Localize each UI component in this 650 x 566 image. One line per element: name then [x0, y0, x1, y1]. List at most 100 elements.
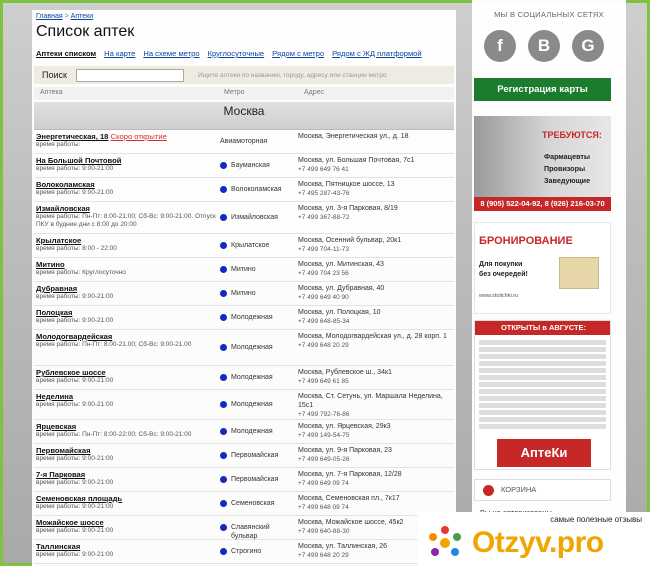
pharmacy-hours: время работы:: [36, 141, 81, 148]
pharmacy-name-link[interactable]: 7-я Парковая: [36, 470, 85, 479]
metro-line-icon: [220, 314, 227, 321]
pharmacy-table: Энергетическая, 18 Скоро открытие время р…: [34, 130, 454, 564]
booking-subtitle-1: Для покупки: [479, 261, 523, 268]
tab-24h[interactable]: Круглосуточные: [208, 49, 265, 58]
pharmacy-phone: +7 499 649 09 74: [298, 480, 349, 487]
cart-icon: [483, 485, 494, 496]
pharmacy-name-link[interactable]: Ярцевская: [36, 422, 76, 431]
otzyv-flower-icon: [429, 526, 461, 556]
pharmacy-name-link[interactable]: На Большой Почтовой: [36, 156, 121, 165]
search-label: Поиск: [42, 70, 67, 80]
vacancies-heading: ТРЕБУЮТСЯ:: [542, 130, 602, 140]
pharmacy-address: Москва, ул. Митинская, 43: [298, 261, 384, 268]
pharmacy-name-link[interactable]: Полоцкая: [36, 308, 72, 317]
pharmacy-name-link[interactable]: Рублевское шоссе: [36, 368, 106, 377]
pharmacy-hours: время работы: 9:00-21:00: [36, 189, 114, 196]
pharmacy-metro: Авиамоторная: [220, 138, 268, 145]
table-row: Таллинская время работы: 9:00-21:00 Строги…: [34, 540, 454, 564]
pharmacy-address: Москва, ул. Полоцкая, 10: [298, 309, 381, 316]
pharmacy-phone: +7 499 704 23 56: [298, 270, 349, 277]
pharmacy-name-link[interactable]: Молодогвардейская: [36, 332, 112, 341]
pharmacy-address: Москва, Семеновская пл., 7к17: [298, 495, 400, 502]
pharmacy-address: Москва, ул. 3-я Парковая, 8/19: [298, 205, 398, 212]
search-hint: Ищите аптеки по названию, городу, адресу…: [198, 71, 387, 79]
table-row: На Большой Почтовой время работы: 9:00-21…: [34, 154, 454, 178]
new-stores-list: [475, 335, 610, 434]
pharmacy-metro: Измайловская: [231, 214, 278, 221]
pharmacy-metro: Первомайская: [231, 476, 279, 483]
sidebar: МЫ В СОЦИАЛЬНЫХ СЕТЯХ f B G Регистрация …: [472, 0, 626, 566]
pharmacy-name-link[interactable]: Таллинская: [36, 542, 80, 551]
metro-line-icon: [220, 214, 227, 221]
table-row: Крылатское время работы: 8:00 - 22:00 Крыл…: [34, 234, 454, 258]
pharmacy-name-link[interactable]: Крылатское: [36, 236, 81, 245]
pharmacy-name-link[interactable]: Волоколамская: [36, 180, 95, 189]
otzyv-watermark: самые полезные отзывы Otzyv.pro: [418, 512, 650, 566]
pharmacy-metro: Семеновская: [231, 500, 275, 507]
pharmacy-phone: +7 499 649 61 85: [298, 378, 349, 385]
pharmacy-phone: +7 499 704-11-73: [298, 246, 350, 253]
pharmacy-metro: Митино: [231, 290, 256, 297]
pharmacy-name-link[interactable]: Семеновская площадь: [36, 494, 122, 503]
metro-line-icon: [220, 162, 227, 169]
otzyv-logo: Otzyv.pro: [472, 526, 604, 559]
pharmacy-name-link[interactable]: Митино: [36, 260, 65, 269]
pharmacy-name-link[interactable]: Дубравная: [36, 284, 77, 293]
facebook-icon[interactable]: f: [484, 30, 516, 62]
table-row: Рублевское шоссе время работы: 9:00-21:00…: [34, 366, 454, 390]
pharmacy-phone: +7 499 649-05-26: [298, 456, 350, 463]
metro-line-icon: [220, 524, 227, 531]
new-stores-banner[interactable]: ОТКРЫТЫ в АВГУСТЕ: АптеКи: [474, 320, 611, 470]
pharmacy-metro: Молодежная: [231, 401, 273, 408]
metro-line-icon: [220, 242, 227, 249]
search-bar: Поиск Ищите аптеки по названию, городу, …: [34, 66, 454, 84]
pharmacy-address: Москва, Рублевское ш., 34к1: [298, 369, 392, 376]
pharmacy-metro: Волоколамская: [231, 186, 282, 193]
pharmacy-metro: Молодежная: [231, 374, 273, 381]
register-card-button[interactable]: Регистрация карты: [474, 78, 611, 101]
opening-soon-link[interactable]: Скоро открытие: [111, 132, 167, 141]
pharmacy-name-link[interactable]: Неделина: [36, 392, 73, 401]
pharmacy-hours: время работы: Пн-Пт: 8:00-21:00; Сб-Вс: …: [36, 213, 216, 228]
breadcrumb-home-link[interactable]: Главная: [36, 13, 63, 20]
vacancies-phones: 8 (905) 522-04-92, 8 (926) 216-03-70: [474, 197, 611, 211]
breadcrumb-separator: >: [64, 13, 69, 20]
metro-line-icon: [220, 186, 227, 193]
pharmacy-address: Москва, Осенний бульвар, 20к1: [298, 237, 402, 244]
pharmacy-metro: Строгино: [231, 548, 262, 555]
table-row: Можайское шоссе время работы: 9:00-21:00 С…: [34, 516, 454, 540]
pharmacy-metro: Молодежная: [231, 314, 273, 321]
pharmacy-metro: Бауманская: [231, 162, 270, 169]
pharmacy-metro: Славянский бульвар: [231, 524, 270, 540]
search-input[interactable]: [76, 68, 184, 82]
pharmacy-phone: +7 499 648 09 74: [298, 504, 349, 511]
booking-url: www.stolichki.ru: [479, 293, 519, 299]
breadcrumb-current-link[interactable]: Аптеки: [71, 13, 93, 20]
pharmacy-phone: +7 499 649 40 90: [298, 294, 349, 301]
table-header: Аптека Метро Адрес: [34, 87, 454, 100]
tab-near-railway[interactable]: Рядом с ЖД платформой: [332, 49, 422, 58]
booking-banner[interactable]: БРОНИРОВАНИЕ Для покупки без очередей! w…: [474, 222, 611, 314]
tab-list[interactable]: Аптеки списком: [36, 49, 96, 58]
pharmacy-hours: время работы: 9:00-21:00: [36, 377, 114, 384]
metro-line-icon: [220, 500, 227, 507]
vacancies-banner[interactable]: ТРЕБУЮТСЯ: Фармацевты Провизоры Заведующ…: [474, 116, 611, 211]
google-plus-icon[interactable]: G: [572, 30, 604, 62]
pharmacy-name-link[interactable]: Первомайская: [36, 446, 91, 455]
pharmacy-metro: Молодежная: [231, 344, 273, 351]
pharmacy-address: Москва, Ст. Сетунь, ул. Маршала Неделина…: [298, 393, 443, 409]
tab-near-metro[interactable]: Рядом с метро: [272, 49, 324, 58]
cart-widget[interactable]: КОРЗИНА: [474, 479, 611, 501]
table-row: Полоцкая время работы: 9:00-21:00 Молодежн…: [34, 306, 454, 330]
vacancy-item: Фармацевты: [544, 152, 591, 161]
pharmacy-name-link[interactable]: Можайское шоссе: [36, 518, 104, 527]
tab-metro-scheme[interactable]: На схеме метро: [143, 49, 199, 58]
pharmacy-name-link[interactable]: Энергетическая, 18: [36, 132, 108, 141]
pharmacy-name-link[interactable]: Измайловская: [36, 204, 90, 213]
pharmacy-address: Москва, ул. 7-я Парковая, 12/28: [298, 471, 402, 478]
pharmacy-phone: +7 499 648 20 29: [298, 342, 349, 349]
pharmacy-hours: время работы: 8:00 - 22:00: [36, 245, 117, 252]
vk-icon[interactable]: B: [528, 30, 560, 62]
metro-line-icon: [220, 428, 227, 435]
tab-map[interactable]: На карте: [104, 49, 135, 58]
